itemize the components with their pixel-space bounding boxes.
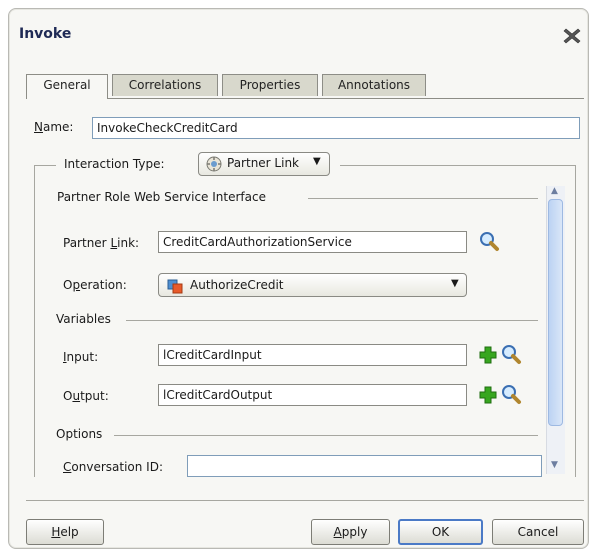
search-icon[interactable] (500, 343, 522, 365)
ok-button[interactable]: OK (398, 519, 483, 545)
scroll-up-icon[interactable]: ▲ (551, 186, 558, 196)
name-label: Name: (34, 120, 74, 134)
tab-correlations[interactable]: Correlations (112, 74, 218, 96)
partner-link-label: Partner Link: (63, 236, 140, 250)
scrollbar-thumb[interactable] (548, 199, 563, 426)
operation-value: AuthorizeCredit (190, 278, 284, 292)
interaction-group-line-right (340, 165, 576, 166)
cancel-button[interactable]: Cancel (492, 519, 584, 545)
input-label: Input: (63, 350, 99, 364)
search-icon[interactable] (500, 383, 522, 405)
search-icon[interactable] (478, 230, 500, 252)
interaction-type-dropdown[interactable]: Partner Link ▼ (198, 152, 330, 176)
operation-icon (167, 279, 183, 294)
partner-link-field[interactable]: CreditCardAuthorizationService (158, 231, 467, 253)
vertical-scrollbar[interactable]: ▲ ▼ (546, 186, 565, 474)
conversation-id-field[interactable] (187, 455, 542, 477)
chevron-down-icon: ▼ (451, 278, 459, 289)
scroll-down-icon[interactable]: ▼ (551, 460, 558, 470)
close-icon[interactable] (562, 26, 582, 46)
partner-link-icon (206, 156, 222, 172)
options-group-line (114, 435, 538, 436)
interaction-group-border-left (34, 165, 35, 477)
options-group-label: Options (56, 427, 103, 441)
partner-role-group-label: Partner Role Web Service Interface (57, 190, 266, 204)
interaction-type-label-text: Interaction Type: (64, 157, 165, 171)
tab-general[interactable]: General (26, 74, 108, 99)
name-field[interactable]: InvokeCheckCreditCard (92, 117, 580, 139)
tab-annotations[interactable]: Annotations (322, 74, 426, 96)
interaction-group-line-left (34, 165, 56, 166)
input-variable-field[interactable]: lCreditCardInput (158, 344, 467, 366)
output-label: Output: (63, 389, 109, 403)
add-variable-icon[interactable] (478, 345, 498, 365)
button-bar-separator (26, 500, 584, 501)
interaction-type-label: Interaction Type: (64, 157, 165, 171)
variables-group-line (126, 320, 538, 321)
interaction-group-border-right (575, 165, 576, 477)
add-variable-icon[interactable] (478, 385, 498, 405)
name-label-text: ame: (42, 120, 74, 134)
operation-dropdown[interactable]: AuthorizeCredit ▼ (158, 273, 467, 297)
output-variable-field[interactable]: lCreditCardOutput (158, 384, 467, 406)
help-button[interactable]: Help (26, 519, 104, 545)
conversation-id-label: Conversation ID: (63, 460, 163, 474)
tab-properties[interactable]: Properties (222, 74, 318, 96)
interaction-type-value: Partner Link (227, 156, 299, 170)
operation-label: Operation: (63, 278, 127, 292)
apply-button[interactable]: Apply (311, 519, 390, 545)
dialog-title: Invoke (19, 26, 72, 42)
variables-group-label: Variables (56, 312, 111, 326)
partner-role-group-line (308, 198, 538, 199)
chevron-down-icon: ▼ (313, 156, 321, 167)
